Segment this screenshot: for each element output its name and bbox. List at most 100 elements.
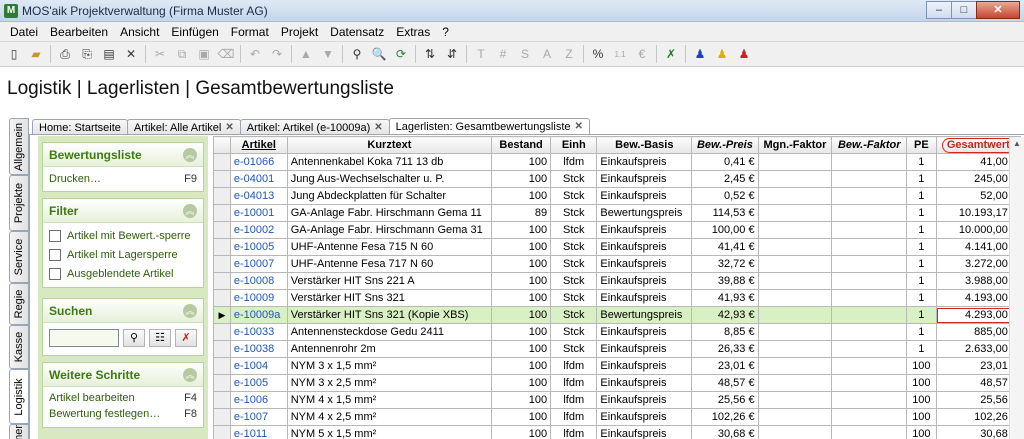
- row-indicator[interactable]: [213, 425, 231, 439]
- column-header-artikel[interactable]: Artikel: [229, 136, 288, 154]
- menu-format[interactable]: Format: [225, 25, 275, 39]
- column-header-bestand[interactable]: Bestand: [491, 136, 552, 154]
- row-indicator[interactable]: [213, 323, 231, 341]
- sort-icon[interactable]: ⇅: [419, 44, 441, 64]
- cell-artikel[interactable]: e-1004: [229, 357, 288, 375]
- cell-artikel[interactable]: e-01066: [229, 153, 288, 171]
- cell-artikel[interactable]: e-1011: [229, 425, 288, 439]
- column-header-bew-faktor[interactable]: Bew.-Faktor: [831, 136, 908, 154]
- checkbox[interactable]: [49, 267, 61, 280]
- side-tab-kasse[interactable]: Kasse: [9, 325, 29, 369]
- new-document-icon[interactable]: ▯: [3, 44, 25, 64]
- close-tab-icon[interactable]: ✕: [374, 121, 382, 135]
- column-header-kurztext[interactable]: Kurztext: [286, 136, 493, 154]
- redo-icon[interactable]: ↷: [266, 44, 288, 64]
- cell-artikel[interactable]: e-1007: [229, 408, 288, 426]
- print-icon[interactable]: ⎙: [54, 44, 76, 64]
- row-indicator[interactable]: [213, 238, 231, 256]
- cell-artikel[interactable]: e-04001: [229, 170, 288, 188]
- cell-artikel[interactable]: e-04013: [229, 187, 288, 205]
- table-row[interactable]: e-10001 GA-Anlage Fabr. Hirschmann Gema 1…: [213, 204, 1022, 222]
- column-header-pe[interactable]: PE: [906, 136, 937, 154]
- print-preview-icon[interactable]: ⎘: [76, 44, 98, 64]
- side-tab-allgemein[interactable]: Allgemein: [9, 118, 29, 175]
- column-header-bew-preis[interactable]: Bew.-Preis: [691, 136, 759, 154]
- copy-icon[interactable]: ⧉: [171, 44, 193, 64]
- tab-artikel-e-10009a[interactable]: Artikel: Artikel (e-10009a) ✕: [239, 119, 390, 135]
- menu-datei[interactable]: Datei: [4, 25, 44, 39]
- row-indicator[interactable]: [213, 187, 231, 205]
- cell-artikel[interactable]: e-10001: [229, 204, 288, 222]
- table-row[interactable]: e-1005 NYM 3 x 2,5 mm² 100 lfdm Einkaufsprei…: [213, 374, 1022, 392]
- table-row[interactable]: e-1011 NYM 5 x 1,5 mm² 100 lfdm Einkaufsprei…: [213, 425, 1022, 439]
- row-indicator[interactable]: [213, 289, 231, 307]
- number-format-icon[interactable]: #: [492, 44, 514, 64]
- row-indicator[interactable]: [213, 340, 231, 358]
- cell-artikel[interactable]: e-10038: [229, 340, 288, 358]
- collapse-icon[interactable]: ︽: [183, 303, 197, 318]
- menu-help[interactable]: ?: [436, 25, 455, 39]
- menu-extras[interactable]: Extras: [390, 25, 436, 39]
- close-button[interactable]: ✕: [976, 1, 1020, 19]
- side-tab-regie[interactable]: Regie: [9, 283, 29, 325]
- checkbox[interactable]: [49, 248, 61, 261]
- row-indicator[interactable]: [213, 204, 231, 222]
- vertical-scrollbar[interactable]: ▲: [1009, 137, 1024, 439]
- user-red-icon[interactable]: ♟: [733, 44, 755, 64]
- currency-icon[interactable]: €: [631, 44, 653, 64]
- paste-icon[interactable]: ▣: [193, 44, 215, 64]
- filter-option[interactable]: Artikel mit Bewert.-sperre: [43, 226, 203, 245]
- filter-search-icon[interactable]: ⚲: [123, 329, 145, 347]
- user-yellow-icon[interactable]: ♟: [711, 44, 733, 64]
- close-tab-icon[interactable]: ✕: [575, 120, 583, 134]
- sum-format-icon[interactable]: S: [514, 44, 536, 64]
- numbering-icon[interactable]: 1.1: [609, 44, 631, 64]
- table-row[interactable]: e-01066 Antennenkabel Koka 711 13 db 100 lf…: [213, 153, 1022, 171]
- row-indicator[interactable]: [213, 408, 231, 426]
- table-row[interactable]: e-04013 Jung Abdeckplatten für Schalter 10…: [213, 187, 1022, 205]
- replace-icon[interactable]: ⟳: [390, 44, 412, 64]
- clear-filter-icon[interactable]: ✗: [175, 329, 197, 347]
- action-bewertung-festlegen[interactable]: Bewertung festlegen… F8: [43, 406, 203, 422]
- zero-format-icon[interactable]: Z: [558, 44, 580, 64]
- row-indicator[interactable]: [213, 374, 231, 392]
- menu-bearbeiten[interactable]: Bearbeiten: [44, 25, 114, 39]
- maximize-button[interactable]: □: [951, 1, 977, 19]
- table-row[interactable]: e-10033 Antennensteckdose Gedu 2411 100 Stc…: [213, 323, 1022, 341]
- page-setup-icon[interactable]: ▤: [98, 44, 120, 64]
- tab-gesamtbewertungsliste[interactable]: Lagerlisten: Gesamtbewertungsliste ✕: [388, 118, 590, 135]
- table-row[interactable]: e-04001 Jung Aus-Wechselschalter u. P. 100…: [213, 170, 1022, 188]
- cell-artikel[interactable]: e-10008: [229, 272, 288, 290]
- row-indicator[interactable]: [213, 255, 231, 273]
- action-artikel-bearbeiten[interactable]: Artikel bearbeiten F4: [43, 390, 203, 406]
- menu-ansicht[interactable]: Ansicht: [114, 25, 165, 39]
- collapse-icon[interactable]: ︽: [183, 203, 197, 218]
- cell-artikel[interactable]: e-10005: [229, 238, 288, 256]
- table-row[interactable]: e-10007 UHF-Antenne Fesa 717 N 60 100 Stck E…: [213, 255, 1022, 273]
- table-row[interactable]: ▶ e-10009a Verstärker HIT Sns 321 (Kopie X…: [213, 306, 1022, 324]
- table-row[interactable]: e-10008 Verstärker HIT Sns 221 A 100 Stck Ei…: [213, 272, 1022, 290]
- row-selected-indicator-icon[interactable]: ▶: [213, 306, 231, 324]
- cell-artikel[interactable]: e-10033: [229, 323, 288, 341]
- group-header[interactable]: Filter ︽: [43, 199, 203, 223]
- delete-icon[interactable]: ✕: [120, 44, 142, 64]
- cell-artikel[interactable]: e-10009a: [229, 306, 288, 324]
- menu-datensatz[interactable]: Datensatz: [324, 25, 390, 39]
- row-indicator[interactable]: [213, 272, 231, 290]
- group-header[interactable]: Bewertungsliste ︽: [43, 143, 203, 167]
- cell-artikel[interactable]: e-10009: [229, 289, 288, 307]
- table-row[interactable]: e-10038 Antennenrohr 2m 100 Stck Einkaufspre…: [213, 340, 1022, 358]
- close-tab-icon[interactable]: ✕: [225, 121, 233, 135]
- column-header-einh[interactable]: Einh: [550, 136, 598, 154]
- tab-alle-artikel[interactable]: Artikel: Alle Artikel ✕: [126, 119, 241, 135]
- row-indicator[interactable]: [213, 221, 231, 239]
- row-indicator[interactable]: [213, 357, 231, 375]
- side-tab-projekte[interactable]: Projekte: [9, 175, 29, 231]
- collapse-icon[interactable]: ︽: [183, 147, 197, 162]
- scroll-up-icon[interactable]: ▲: [1010, 137, 1024, 151]
- minimize-button[interactable]: –: [926, 1, 952, 19]
- table-row[interactable]: e-10002 GA-Anlage Fabr. Hirschmann Gema 3…: [213, 221, 1022, 239]
- open-folder-icon[interactable]: ▰: [25, 44, 47, 64]
- tab-home[interactable]: Home: Startseite: [32, 119, 128, 135]
- excel-export-icon[interactable]: ✗: [660, 44, 682, 64]
